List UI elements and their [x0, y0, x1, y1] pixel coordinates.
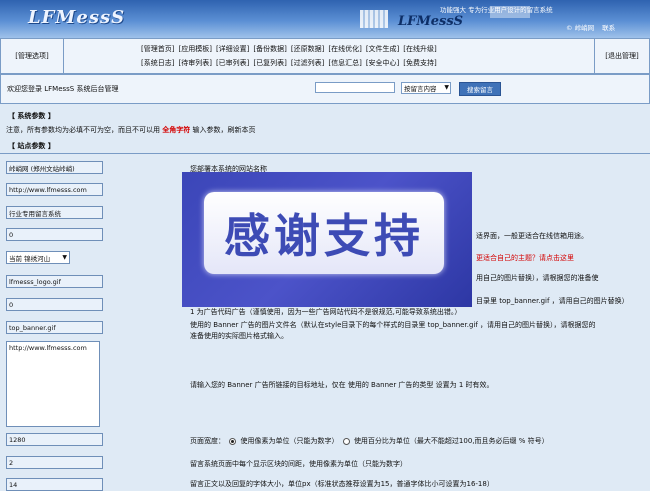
- notice-text: 注意，所有参数均为必填不可为空，而且不可以用 全角字符 输入参数，刷新本页: [6, 125, 255, 135]
- nav-item-detailed-settings[interactable]: [详细设置]: [216, 44, 249, 54]
- nav-item-apply-template[interactable]: [应用模板]: [178, 44, 211, 54]
- logo-small: LFMessS: [398, 14, 464, 29]
- desc-template: 更适合自己的主题？请点击这里: [476, 253, 574, 263]
- chevron-down-icon: ▼: [62, 254, 67, 261]
- nav-item-filter-list[interactable]: [过滤列表]: [291, 58, 324, 68]
- nav-item-approved-list[interactable]: [已审列表]: [216, 58, 249, 68]
- desc-banner-file-1: 使用的 Banner 广告的图片文件名（默认在style目录下的每个样式的目录里…: [190, 321, 596, 329]
- banner-type-field[interactable]: 0: [6, 298, 103, 311]
- width-label: 页面宽度：: [190, 437, 225, 445]
- desc-font-size: 留言正文以及回复的字体大小，单位px（标准状态推荐设置为15，普通字体比小可设置…: [190, 480, 494, 488]
- thanks-overlay: 感谢支持: [182, 172, 472, 307]
- mode-field[interactable]: 0: [6, 228, 103, 241]
- nav-item-upgrade[interactable]: [在线升级]: [403, 44, 436, 54]
- chevron-down-icon: ▼: [444, 84, 449, 91]
- template-select[interactable]: 当前 锦绣河山 ▼: [6, 251, 70, 264]
- nav-item-admin-home[interactable]: [管理首页]: [141, 44, 174, 54]
- nav-item-system-log[interactable]: [系统日志]: [141, 58, 174, 68]
- section-title-system: 【 系统参数 】: [8, 112, 55, 120]
- logo[interactable]: LFMessS: [28, 7, 125, 28]
- section-title-site: 【 站点参数 】: [8, 142, 55, 150]
- header-slogan: 功能强大 专为行业用户设计的留言系统: [440, 6, 553, 14]
- welcome-text: 欢迎您登录 LFMessS 系统后台管理: [7, 85, 119, 93]
- nav-item-file-generate[interactable]: [文件生成]: [366, 44, 399, 54]
- header-link-home[interactable]: © 峠峭网: [566, 24, 594, 32]
- desc-banner-link: 请输入您的 Banner 广告所链接的目标地址，仅在 使用的 Banner 广告…: [190, 381, 494, 389]
- nav-bar: [管理选项] [管理首页] [应用模板] [详细设置] [备份数据] [还原数据…: [0, 38, 650, 74]
- nav-row-1: [管理首页] [应用模板] [详细设置] [备份数据] [还原数据] [在线优化…: [141, 42, 441, 56]
- search-input[interactable]: [315, 82, 395, 93]
- welcome-bar: 欢迎您登录 LFMessS 系统后台管理 按留言内容 ▼ 搜索留言: [0, 74, 650, 104]
- desc-banner-type: 1 为广告代码广告（谨慎使用，因为一些广告网站代码不是很规范,可能导致系统出错。…: [190, 308, 462, 316]
- notice-red: 全角字符: [162, 126, 191, 134]
- system-name-field[interactable]: 行业专用留言系统: [6, 206, 103, 219]
- notice-suffix: 输入参数，刷新本页: [192, 126, 256, 134]
- desc-banner-file-2: 准备使用的实际图片格式输入。: [190, 332, 288, 340]
- banner-file-field[interactable]: top_banner.gif: [6, 321, 103, 334]
- nav-row-2: [系统日志] [待审列表] [已审列表] [已复列表] [过滤列表] [信息汇总…: [141, 56, 441, 70]
- header-banner: LFMessS 功能强大 专为行业用户设计的留言系统 LFMessS © 峠峭网…: [0, 0, 650, 38]
- logo-file-field[interactable]: lfmesss_logo.gif: [6, 275, 103, 288]
- width-percent-label: 使用百分比为单位（最大不能超过100,而且务必后缀 % 符号）: [353, 437, 549, 445]
- width-pixel-label: 使用像素为单位（只能为数字）: [240, 437, 339, 445]
- header-links: © 峠峭网 联系: [560, 22, 615, 32]
- nav-item-optimize[interactable]: [在线优化]: [328, 44, 361, 54]
- font-size-field[interactable]: 14: [6, 478, 103, 491]
- desc-banner-partial: 目录里 top_banner.gif ，请用自己的图片替换）: [476, 297, 629, 305]
- width-pixel-radio[interactable]: [229, 437, 237, 445]
- nav-item-pending-list[interactable]: [待审列表]: [178, 58, 211, 68]
- header-decoration: [360, 10, 388, 28]
- thanks-overlay-panel: 感谢支持: [204, 192, 444, 274]
- page-width-field[interactable]: 1280: [6, 433, 103, 446]
- nav-manage-options[interactable]: [管理选项]: [1, 39, 64, 73]
- nav-item-info-summary[interactable]: [信息汇总]: [328, 58, 361, 68]
- search-button[interactable]: 搜索留言: [459, 82, 501, 96]
- nav-menu: [管理首页] [应用模板] [详细设置] [备份数据] [还原数据] [在线优化…: [141, 42, 441, 70]
- nav-item-free-support[interactable]: [免费支持]: [403, 58, 436, 68]
- site-name-field[interactable]: 峠峭网 (郑州文站峠峭): [6, 161, 103, 174]
- notice-prefix: 注意，所有参数均为必填不可为空，而且不可以用: [6, 126, 160, 134]
- desc-page-width: 页面宽度： 使用像素为单位（只能为数字） 使用百分比为单位（最大不能超过100,…: [190, 436, 549, 446]
- spacing-field[interactable]: 2: [6, 456, 103, 469]
- header-link-contact[interactable]: 联系: [602, 24, 615, 32]
- logout-button[interactable]: [退出管理]: [594, 39, 649, 73]
- template-select-value: 当前 锦绣河山: [9, 254, 51, 263]
- search-type-value: 按留言内容: [404, 85, 437, 93]
- desc-spacing: 留言系统页面中每个显示区块的间距，使用像素为单位（只能为数字）: [190, 460, 407, 468]
- nav-item-backup[interactable]: [备份数据]: [253, 44, 286, 54]
- banner-link-textarea[interactable]: http://www.lfmesss.com: [6, 341, 100, 427]
- divider: [0, 153, 650, 154]
- template-help-link[interactable]: 更适合自己的主题？请点击这里: [476, 254, 574, 262]
- nav-item-security-center[interactable]: [安全中心]: [366, 58, 399, 68]
- nav-item-replied-list[interactable]: [已复列表]: [253, 58, 286, 68]
- site-url-field[interactable]: http://www.lfmesss.com: [6, 183, 103, 196]
- desc-logo: 用自己的图片替换），请根据您的准备使: [476, 274, 599, 282]
- width-percent-radio[interactable]: [342, 437, 350, 445]
- search-type-select[interactable]: 按留言内容 ▼: [401, 82, 451, 94]
- nav-item-restore[interactable]: [还原数据]: [291, 44, 324, 54]
- thanks-text: 感谢支持: [224, 209, 424, 263]
- desc-mode: 适界面，一般更适合在线信箱用途。: [476, 232, 588, 240]
